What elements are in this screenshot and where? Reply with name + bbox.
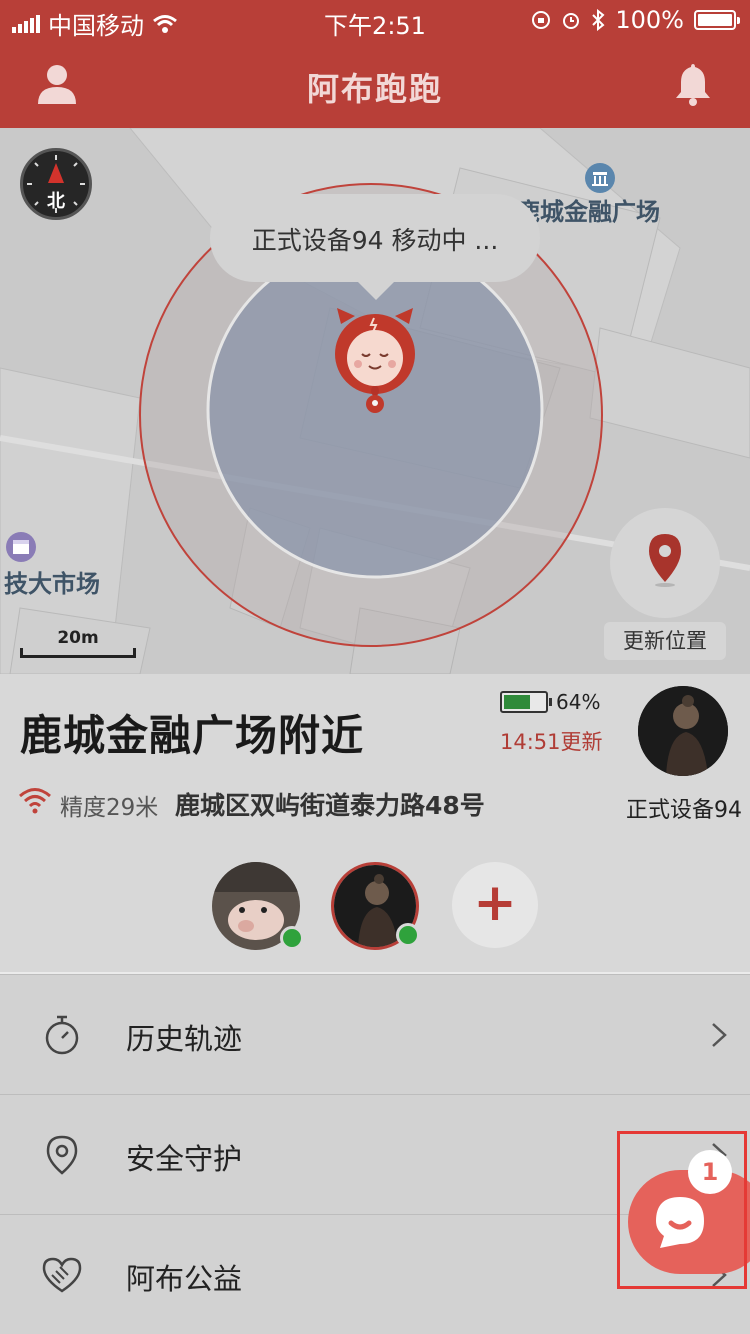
locate-button[interactable] (610, 508, 720, 618)
update-location-button[interactable]: 更新位置 (604, 622, 726, 660)
battery-status-icon (694, 10, 740, 30)
app-header: 阿布跑跑 (0, 40, 750, 128)
bank-poi-icon (585, 163, 615, 193)
chat-highlight-frame (617, 1131, 747, 1289)
place-name: 鹿城金融广场附近 (20, 711, 365, 760)
add-member-button[interactable]: + (452, 862, 538, 948)
menu-label-charity: 阿布公益 (126, 1262, 243, 1296)
chevron-right-icon (712, 1023, 727, 1047)
location-pin-icon (649, 534, 681, 587)
device-name: 正式设备94 (626, 798, 742, 823)
menu-item-history-track[interactable]: 历史轨迹 (0, 974, 750, 1094)
device-avatar-image (638, 686, 728, 776)
device-status-text: 正式设备94 移动中 ... (251, 226, 499, 255)
location-info-panel: 鹿城金融广场附近 64% 14:51更新 精度29米 鹿城区双屿街道泰力路48号… (0, 674, 750, 972)
battery-status-label: 100% (615, 6, 684, 34)
update-time: 14:51更新 (500, 730, 603, 754)
map-label-market: 技大市场 (4, 570, 100, 598)
menu-label-history-track: 历史轨迹 (126, 1022, 243, 1056)
device-battery: 64% (500, 690, 600, 714)
battery-icon (500, 691, 552, 713)
map-scale: 20m (20, 628, 136, 658)
page-title: 阿布跑跑 (306, 70, 443, 108)
location-pin-icon (46, 1135, 78, 1175)
bluetooth-icon (592, 9, 605, 31)
heart-handshake-icon (42, 1257, 82, 1293)
menu-label-safety-guard: 安全守护 (126, 1142, 243, 1176)
compass-button[interactable]: 北 (20, 148, 92, 220)
shop-poi-icon (6, 532, 36, 562)
map-scale-bar (20, 648, 136, 658)
device-avatar[interactable] (638, 686, 728, 776)
compass-north-label: 北 (47, 191, 65, 212)
online-indicator (396, 923, 420, 947)
stopwatch-icon (45, 1015, 79, 1055)
rotation-lock-icon (532, 11, 551, 29)
battery-percent: 64% (556, 690, 601, 714)
map-scale-label: 20m (57, 628, 99, 648)
device-status-bubble[interactable]: 正式设备94 移动中 ... (210, 194, 540, 300)
battery-fill (504, 695, 530, 709)
accuracy-label: 精度29米 (60, 795, 159, 821)
wifi-signal-icon (19, 788, 51, 814)
status-bar: 中国移动 下午2:51 100% (0, 0, 750, 40)
member-avatar-pet[interactable] (212, 862, 304, 950)
address-label: 鹿城区双屿街道泰力路48号 (175, 791, 485, 820)
status-right: 100% (531, 6, 740, 34)
bell-icon[interactable] (669, 60, 717, 108)
device-avatar-marker-icon[interactable] (327, 306, 423, 416)
member-avatar-device[interactable] (331, 862, 420, 950)
alarm-icon (563, 13, 580, 29)
map-view[interactable]: 北 鹿城金融广场 技大市场 正式设备94 移动中 ... 更新位置 20m (0, 128, 750, 674)
online-indicator (280, 926, 304, 950)
